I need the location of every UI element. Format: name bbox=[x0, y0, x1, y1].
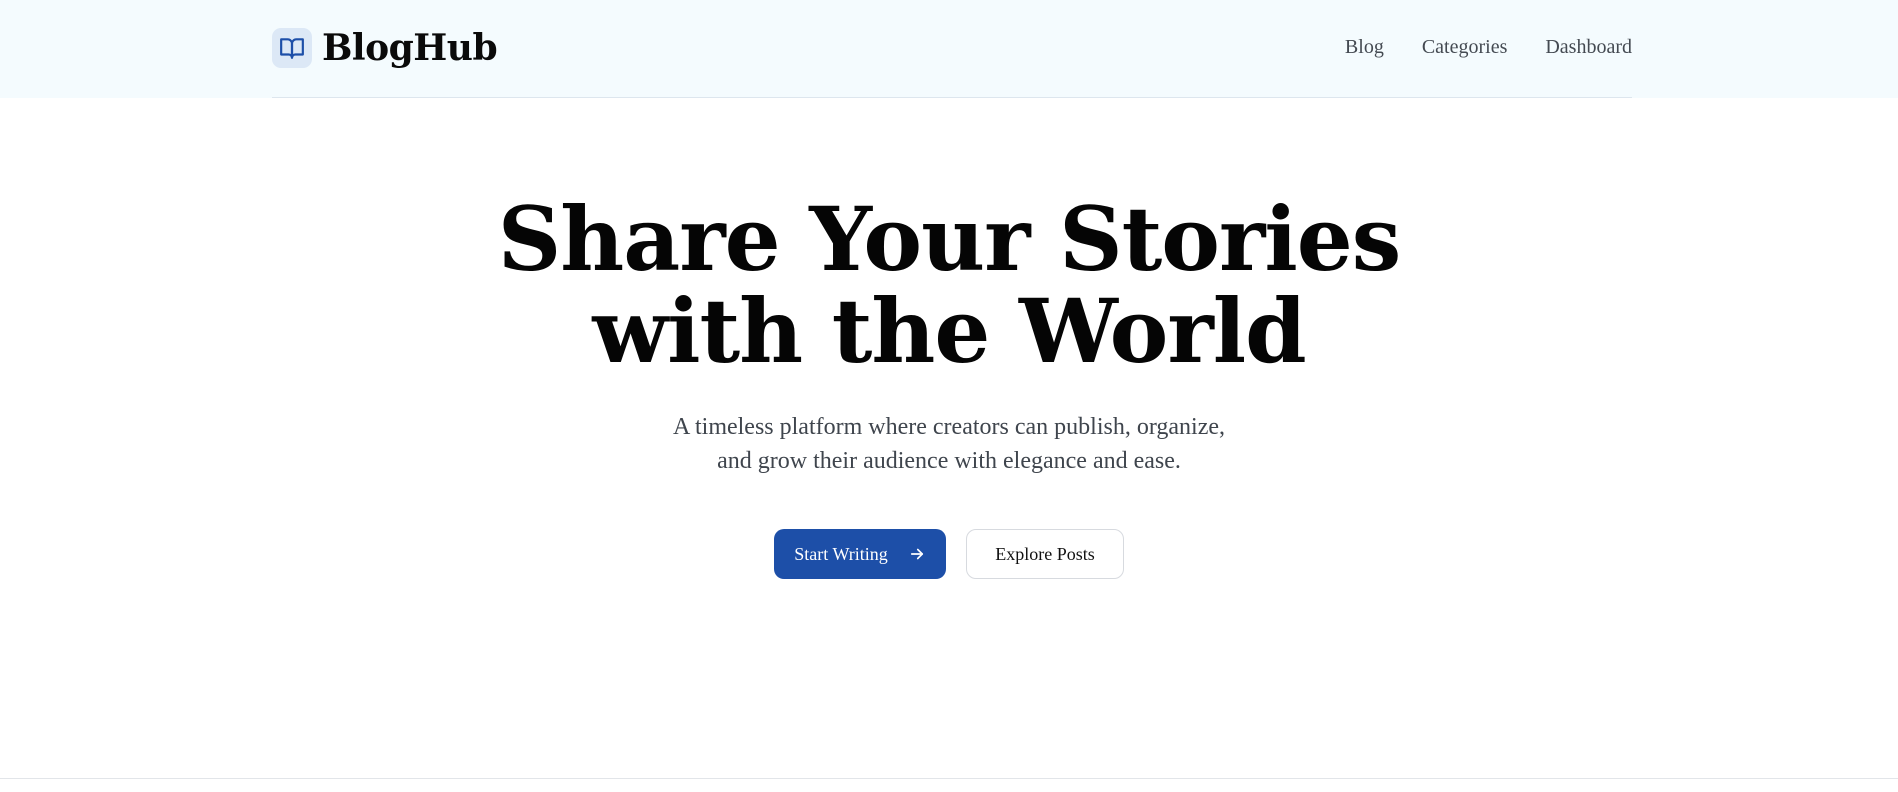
nav-link-categories[interactable]: Categories bbox=[1422, 36, 1508, 59]
section-divider bbox=[0, 778, 1898, 779]
explore-posts-button[interactable]: Explore Posts bbox=[966, 529, 1124, 579]
hero-subtitle: A timeless platform where creators can p… bbox=[0, 410, 1898, 478]
brand-logo[interactable]: BlogHub bbox=[272, 27, 498, 69]
brand-name: BlogHub bbox=[322, 27, 498, 69]
open-book-icon bbox=[272, 28, 312, 68]
arrow-right-icon bbox=[908, 545, 926, 563]
hero-title-line-1: Share Your Stories bbox=[497, 187, 1402, 291]
nav-link-dashboard[interactable]: Dashboard bbox=[1545, 36, 1632, 59]
hero-subtitle-line-2: and grow their audience with elegance an… bbox=[717, 448, 1181, 474]
start-writing-label: Start Writing bbox=[794, 543, 888, 564]
nav-links: Blog Categories Dashboard bbox=[1345, 36, 1632, 59]
hero-title: Share Your Stories with the World bbox=[0, 193, 1898, 377]
nav-link-blog[interactable]: Blog bbox=[1345, 36, 1384, 59]
hero-subtitle-line-1: A timeless platform where creators can p… bbox=[672, 414, 1226, 440]
hero-title-line-2: with the World bbox=[592, 279, 1306, 383]
cta-group: Start Writing Explore Posts bbox=[0, 529, 1898, 579]
start-writing-button[interactable]: Start Writing bbox=[774, 529, 946, 579]
top-navigation: BlogHub Blog Categories Dashboard bbox=[272, 0, 1632, 98]
explore-posts-label: Explore Posts bbox=[995, 543, 1095, 564]
